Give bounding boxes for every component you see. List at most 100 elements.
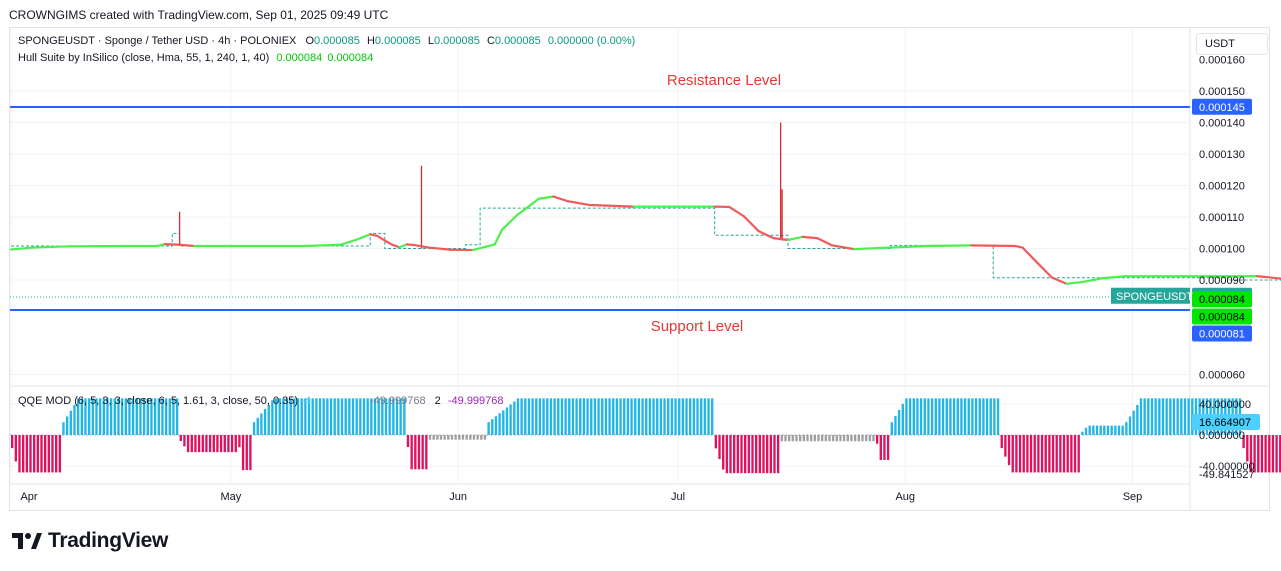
qqe-bar (43, 435, 47, 473)
qqe-bar (1103, 425, 1106, 435)
qqe-bar-gap (1083, 431, 1085, 435)
qqe-bar (183, 435, 186, 447)
qqe-bar (879, 435, 883, 460)
hull-segment (413, 243, 430, 249)
qqe-bar (1051, 435, 1055, 473)
qqe-bar-gap (761, 435, 763, 474)
qqe-bar (190, 435, 193, 453)
qqe-bar-gap (192, 435, 195, 453)
price-step-line (11, 207, 1281, 281)
qqe-bar-gap (181, 435, 184, 442)
qqe-bar (553, 398, 556, 435)
qqe-bar-gap (783, 435, 785, 442)
qqe-bar (938, 398, 941, 435)
hull-segment (566, 200, 592, 207)
qqe-bar-gap (1010, 435, 1012, 466)
hull-segment (772, 237, 790, 242)
qqe-bar-gap (816, 435, 818, 442)
qqe-bar-gap (1087, 427, 1089, 435)
qqe-bar-gap (1123, 425, 1126, 435)
qqe-bar (428, 435, 432, 440)
qqe-bar (179, 435, 182, 442)
qqe-bar (1106, 425, 1110, 435)
qqe-bar (692, 398, 696, 435)
qqe-bar (908, 398, 912, 435)
qqe-bar-gap (431, 435, 433, 440)
qqe-bar-gap (808, 435, 810, 442)
qqe-bar (1117, 425, 1121, 435)
qqe-bar (820, 435, 824, 442)
symbol-info[interactable]: SPONGEUSDT · Sponge / Tether USD · 4h · … (18, 35, 296, 47)
hull-indicator-label[interactable]: Hull Suite by InSilico (close, Hma, 55, … (18, 52, 269, 64)
high-label: H (366, 35, 375, 47)
tradingview-logo-icon (12, 533, 42, 549)
qqe-bar-gap (709, 398, 711, 435)
qqe-bar-gap (607, 398, 609, 435)
currency-button[interactable]: USDT (1196, 33, 1268, 55)
qqe-bar (62, 422, 65, 435)
qqe-bar (890, 422, 893, 435)
qqe-bar (579, 398, 582, 435)
qqe-bar (751, 435, 754, 474)
qqe-bar-gap (214, 435, 217, 453)
hull-segment (398, 243, 408, 249)
qqe-bar (1077, 435, 1080, 473)
qqe-bar-gap (999, 398, 1001, 435)
hull-segment (1036, 261, 1053, 279)
qqe-bar (1169, 398, 1172, 435)
qqe-bar-gap (489, 422, 492, 435)
qqe-bar (509, 404, 512, 435)
qqe-bar (32, 435, 36, 473)
qqe-bar-gap (68, 416, 70, 435)
qqe-bar-gap (493, 419, 495, 435)
qqe-bar (674, 398, 677, 435)
osc-label-text: -49.841527 (1199, 469, 1255, 481)
qqe-bar (432, 435, 435, 440)
qqe-bar (417, 435, 421, 470)
qqe-bar (1029, 435, 1033, 473)
open-value: 0.000085 (314, 35, 360, 47)
qqe-bar-gap (592, 398, 594, 435)
qqe-bar-gap (1054, 435, 1056, 473)
hull-segment (1050, 276, 1068, 285)
hull-segment (786, 235, 804, 242)
qqe-bar-gap (599, 398, 601, 435)
qqe-bar-gap (1039, 435, 1041, 473)
qqe-bar-gap (1094, 425, 1096, 435)
qqe-bar-gap (185, 435, 187, 447)
qqe-bar (590, 398, 593, 435)
hull-segment (339, 238, 357, 246)
qqe-bar-gap (687, 398, 689, 435)
qqe-bar (535, 398, 538, 435)
qqe-bar (681, 398, 685, 435)
qqe-bar-gap (852, 435, 854, 442)
qqe-bar (974, 398, 978, 435)
qqe-bar-gap (1109, 425, 1111, 435)
qqe-bar-gap (863, 435, 865, 442)
qqe-bar (575, 398, 578, 435)
qqe-bar (1037, 435, 1040, 473)
qqe-bar (945, 398, 948, 435)
qqe-bar (1271, 435, 1275, 473)
hull-segment (889, 244, 929, 249)
chart-canvas[interactable]: 0.000160 0.000150 0.000140 0.000130 0.000120… (0, 0, 1281, 571)
qqe-bar-gap (757, 435, 759, 474)
qqe-bar (773, 435, 776, 474)
qqe-bar-gap (544, 398, 547, 435)
qqe-bar (1246, 435, 1249, 462)
qqe-bar-gap (31, 435, 33, 473)
qqe-bar-gap (768, 435, 770, 474)
qqe-bar-gap (453, 435, 455, 440)
qqe-bar (1066, 435, 1069, 473)
qqe-bar (450, 435, 454, 440)
qqe-bar-gap (724, 435, 726, 470)
qqe-bar-gap (1101, 425, 1104, 435)
qqe-indicator-label[interactable]: QQE MOD (6, 5, 3, 3, close, 6, 5, 1.61, … (18, 395, 298, 407)
qqe-bar (1040, 435, 1044, 473)
qqe-bar-gap (1175, 398, 1177, 435)
price-label-text: 0.000084 (1199, 312, 1245, 324)
qqe-bar-gap (504, 410, 506, 435)
hull-segment (493, 228, 504, 246)
qqe-bar-gap (1002, 435, 1005, 449)
qqe-bar-gap (603, 398, 605, 435)
